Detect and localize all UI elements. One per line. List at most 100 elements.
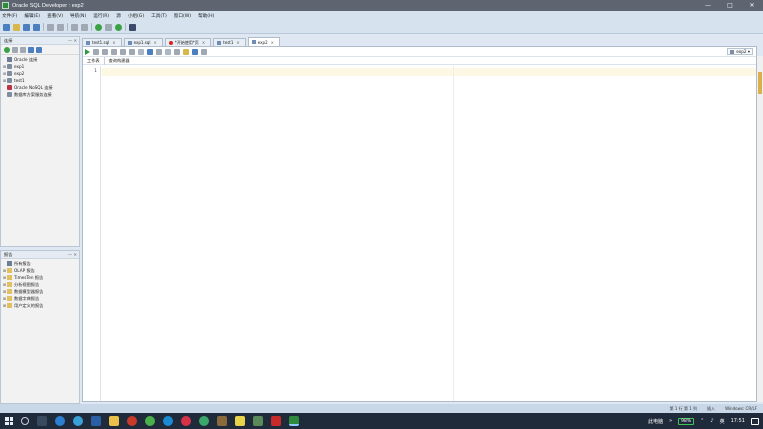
tab-close-icon[interactable]: × [202, 40, 205, 45]
tree-item-exp1[interactable]: ⊞ exp1 [2, 63, 79, 70]
go-icon[interactable] [95, 23, 102, 31]
subtab-worksheet[interactable]: 工作表 [83, 56, 105, 65]
rollback-icon[interactable] [111, 48, 117, 55]
menu-help[interactable]: 帮助(H) [198, 13, 214, 19]
sql-developer-taskbar-icon[interactable] [289, 416, 299, 426]
sql-tuning-icon[interactable] [147, 48, 153, 55]
tab-start-page[interactable]: *开始使用*页 × [164, 38, 212, 46]
run-icon[interactable] [115, 23, 122, 31]
new-icon[interactable] [3, 23, 10, 31]
tab-test1[interactable]: test1 × [213, 38, 246, 46]
battery-indicator[interactable]: 98% [678, 417, 695, 425]
history-icon[interactable] [192, 48, 198, 55]
menu-tools[interactable]: 工具(T) [151, 13, 167, 19]
app-taskbar-icon[interactable] [127, 416, 137, 426]
tree-item-user-defined-reports[interactable]: ⊞ 用户定义的报告 [2, 302, 79, 309]
minimize-button[interactable]: — [697, 0, 719, 11]
run-statement-icon[interactable] [85, 48, 90, 55]
app-taskbar-icon[interactable] [253, 416, 263, 426]
file-explorer-icon[interactable] [109, 416, 119, 426]
app-taskbar-icon[interactable] [181, 416, 191, 426]
volume-icon[interactable]: ♪ [710, 418, 713, 424]
app-taskbar-icon[interactable] [217, 416, 227, 426]
windows-start-icon[interactable] [5, 417, 13, 425]
search-icon[interactable] [21, 417, 29, 425]
tree-item-analytic-view-reports[interactable]: ⊞ 分析视图报告 [2, 281, 79, 288]
debug-icon[interactable] [105, 23, 112, 31]
sql-worksheet-icon[interactable] [129, 23, 136, 31]
maximize-button[interactable]: □ [719, 0, 741, 11]
save-all-icon[interactable] [33, 23, 40, 31]
menu-window[interactable]: 窗口(W) [174, 13, 191, 19]
edge-icon[interactable] [163, 416, 173, 426]
tab-close-icon[interactable]: × [236, 40, 239, 45]
chrome-icon[interactable] [199, 416, 209, 426]
tree-item-timesten-reports[interactable]: ⊞ TimesTen 报告 [2, 274, 79, 281]
panel-close-icon[interactable]: — ✕ [68, 38, 77, 43]
tree-item-nosql-connections[interactable]: Oracle NoSQL 连接 [2, 84, 79, 91]
menu-edit[interactable]: 编辑(E) [24, 13, 40, 19]
tree-item-data-modeler-reports[interactable]: ⊞ 数据模型器报告 [2, 288, 79, 295]
tree-item-oracle-connections[interactable]: Oracle 连接 [2, 56, 79, 63]
notification-icon[interactable] [751, 417, 759, 425]
code-editor[interactable]: 1 [83, 66, 756, 401]
redo-icon[interactable] [57, 23, 64, 31]
tree-item-olap-reports[interactable]: ⊞ OLAP 报告 [2, 267, 79, 274]
tree-item-all-reports[interactable]: 所有报告 [2, 260, 79, 267]
this-pc-label[interactable]: 此电脑 [648, 418, 663, 425]
network-icon[interactable]: ⌃ [700, 418, 704, 424]
close-button[interactable]: ✕ [741, 0, 763, 11]
tab-test1-sql[interactable]: test1.sql × [82, 38, 122, 46]
back-icon[interactable] [71, 23, 78, 31]
filter-icon[interactable] [20, 46, 26, 53]
wechat-icon[interactable] [145, 416, 155, 426]
scrollbar-thumb[interactable] [758, 72, 762, 94]
undo-icon[interactable] [47, 23, 54, 31]
menu-view[interactable]: 查看(V) [47, 13, 63, 19]
sql-icon[interactable] [201, 48, 207, 55]
app-taskbar-icon[interactable] [91, 416, 101, 426]
tab-exp2[interactable]: exp2 × [247, 37, 280, 46]
browser-taskbar-icon[interactable] [73, 416, 83, 426]
commit-icon[interactable] [102, 48, 108, 55]
menu-team[interactable]: 小组(G) [128, 13, 144, 19]
tree-item-exp2[interactable]: ⊞ exp2 [2, 70, 79, 77]
connection-icon [7, 78, 12, 83]
connections-menu-icon[interactable] [36, 46, 42, 53]
tab-close-icon[interactable]: × [112, 40, 115, 45]
clear-icon[interactable] [174, 48, 180, 55]
connection-selector[interactable]: exp2 ▾ [727, 48, 753, 55]
notes-icon[interactable] [235, 416, 245, 426]
tree-item-data-dictionary-reports[interactable]: ⊞ 数据字典报告 [2, 295, 79, 302]
tree-item-schema-service-connections[interactable]: 数据库方案服务连接 [2, 91, 79, 98]
tree-item-test1[interactable]: ⊞ test1 [2, 77, 79, 84]
app-taskbar-icon[interactable] [55, 416, 65, 426]
panel-close-icon[interactable]: — ✕ [68, 252, 77, 257]
task-view-icon[interactable] [37, 416, 47, 426]
ime-indicator[interactable]: 英 [720, 418, 725, 425]
menu-run[interactable]: 运行(R) [93, 13, 109, 19]
save-icon[interactable] [23, 23, 30, 31]
refresh-icon[interactable] [12, 46, 18, 53]
menu-navigate[interactable]: 导航(N) [70, 13, 86, 19]
tab-exp1-sql[interactable]: exp1.sql × [123, 38, 163, 46]
eraser-icon[interactable] [183, 48, 189, 55]
schema-browser-icon[interactable] [28, 46, 34, 53]
menu-file[interactable]: 文件(F) [2, 13, 17, 19]
vertical-scrollbar[interactable] [757, 56, 763, 402]
forward-icon[interactable] [81, 23, 88, 31]
run-script-icon[interactable] [93, 48, 99, 55]
format-icon[interactable] [156, 48, 162, 55]
clock[interactable]: 17:51 [731, 418, 745, 424]
tab-close-icon[interactable]: × [271, 40, 274, 45]
explain-plan-icon[interactable] [120, 48, 126, 55]
open-icon[interactable] [13, 23, 20, 31]
menu-source[interactable]: 源 [116, 13, 121, 19]
chevron-up-icon[interactable]: » [669, 418, 672, 424]
tab-close-icon[interactable]: × [153, 40, 156, 45]
subtab-query-builder[interactable]: 查询构建器 [105, 58, 134, 64]
add-connection-icon[interactable] [4, 46, 10, 53]
autotrace-icon[interactable] [129, 48, 135, 55]
system-tray: 此电脑 » 98% ⌃ ♪ 英 17:51 [648, 417, 759, 425]
oracle-icon[interactable] [271, 416, 281, 426]
